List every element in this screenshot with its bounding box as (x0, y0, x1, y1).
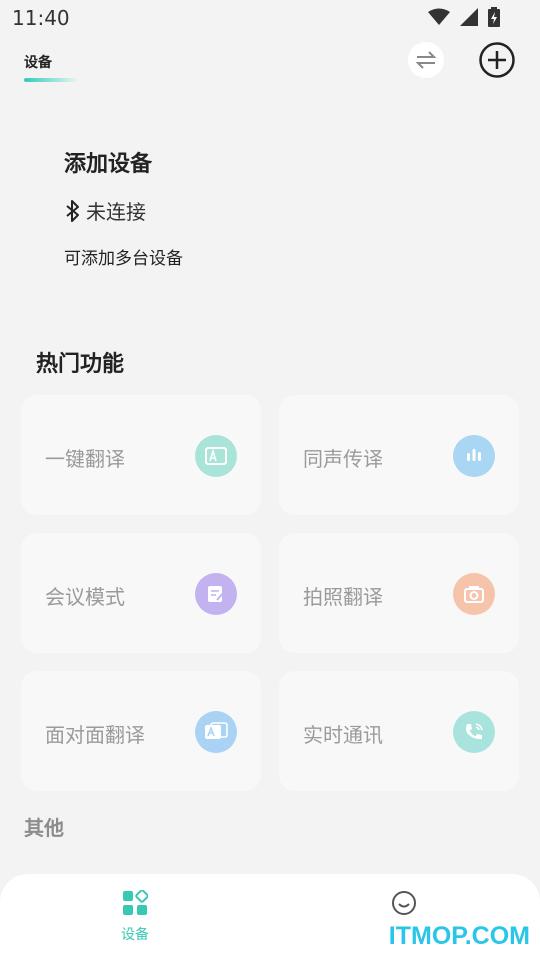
feature-face-to-face-translate[interactable]: 面对面翻译 (21, 671, 261, 791)
top-header: 设备 (0, 36, 540, 100)
tab-device[interactable]: 设备 (24, 52, 52, 72)
phone-call-icon (453, 711, 495, 753)
feature-label: 拍照翻译 (303, 585, 383, 609)
feature-simultaneous-interpretation[interactable]: 同声传译 (279, 395, 519, 515)
translate-icon (195, 435, 237, 477)
add-device-title[interactable]: 添加设备 (64, 146, 152, 178)
plus-circle-icon (479, 42, 515, 78)
cellular-icon (460, 8, 478, 26)
status-bar: 11:40 (0, 0, 540, 36)
nav-item-device[interactable]: 设备 (95, 889, 175, 944)
battery-icon (488, 7, 500, 27)
smile-icon (392, 891, 416, 915)
nav-item-profile[interactable] (364, 890, 444, 924)
device-hint: 可添加多台设备 (64, 249, 183, 269)
other-section-title: 其他 (24, 816, 64, 840)
face-to-face-icon (195, 711, 237, 753)
connection-status-text: 未连接 (86, 200, 146, 224)
feature-realtime-communication[interactable]: 实时通讯 (279, 671, 519, 791)
status-icons (428, 7, 500, 27)
hot-features-title: 热门功能 (36, 352, 125, 377)
status-time: 11:40 (12, 6, 70, 30)
bluetooth-icon (66, 199, 79, 222)
feature-label: 实时通讯 (303, 723, 383, 747)
add-device-button[interactable] (479, 42, 515, 78)
nav-label-device: 设备 (121, 927, 149, 943)
wifi-icon (428, 8, 450, 25)
feature-meeting-mode[interactable]: 会议模式 (21, 533, 261, 653)
swap-arrows-icon (415, 51, 437, 69)
camera-icon (453, 573, 495, 615)
feature-photo-translate[interactable]: 拍照翻译 (279, 533, 519, 653)
watermark: ITMOP.COM (388, 922, 530, 950)
grid-icon (123, 889, 149, 915)
notes-icon (195, 573, 237, 615)
feature-label: 同声传译 (303, 447, 383, 471)
feature-one-click-translate[interactable]: 一键翻译 (21, 395, 261, 515)
feature-label: 会议模式 (45, 585, 125, 609)
switch-button[interactable] (408, 42, 444, 78)
feature-label: 面对面翻译 (45, 723, 145, 747)
feature-label: 一键翻译 (45, 447, 125, 471)
audio-wave-icon (453, 435, 495, 477)
connection-status: 未连接 (66, 196, 146, 225)
tab-indicator (24, 78, 78, 82)
